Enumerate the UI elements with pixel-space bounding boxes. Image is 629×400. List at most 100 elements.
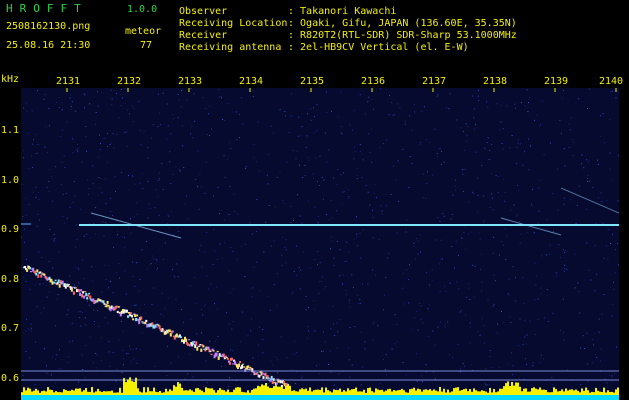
noise-pixel xyxy=(305,147,307,149)
noise-pixel xyxy=(484,383,486,385)
noise-pixel xyxy=(584,348,586,349)
noise-pixel xyxy=(318,373,320,375)
noise-pixel xyxy=(170,133,172,135)
noise-pixel xyxy=(262,339,264,341)
trace-pixel xyxy=(113,309,116,311)
noise-pixel xyxy=(273,240,275,242)
noise-pixel xyxy=(43,307,45,309)
signal-bar xyxy=(365,392,367,395)
noise-pixel xyxy=(171,268,173,270)
noise-pixel xyxy=(588,269,590,271)
noise-pixel xyxy=(69,94,71,96)
noise-pixel xyxy=(440,163,442,165)
noise-pixel xyxy=(602,222,604,224)
noise-pixel xyxy=(359,302,361,304)
noise-pixel xyxy=(135,348,137,350)
noise-pixel xyxy=(509,316,511,318)
noise-pixel xyxy=(201,332,202,334)
noise-pixel xyxy=(367,191,369,193)
noise-pixel xyxy=(546,289,548,291)
signal-bar xyxy=(265,383,267,395)
trace-pixel xyxy=(258,374,261,378)
signal-bar xyxy=(105,391,107,395)
noise-pixel xyxy=(513,204,515,206)
noise-pixel xyxy=(318,223,320,225)
noise-pixel xyxy=(54,325,56,327)
noise-pixel xyxy=(217,187,219,189)
signal-bar xyxy=(89,391,91,395)
signal-bar xyxy=(75,388,77,395)
noise-pixel xyxy=(496,103,498,105)
noise-pixel xyxy=(593,332,595,334)
signal-bar xyxy=(301,388,303,395)
noise-pixel xyxy=(475,124,477,126)
noise-pixel xyxy=(62,215,63,217)
noise-pixel xyxy=(509,147,511,149)
noise-pixel xyxy=(195,179,197,180)
noise-pixel xyxy=(215,286,217,288)
noise-pixel xyxy=(547,321,549,322)
noise-pixel xyxy=(202,97,204,98)
signal-bar xyxy=(415,390,417,395)
app-title: HROFFT xyxy=(6,2,88,15)
signal-bar xyxy=(435,390,437,395)
noise-pixel xyxy=(214,341,216,342)
noise-pixel xyxy=(349,327,351,329)
trace-pixel xyxy=(168,329,171,333)
noise-pixel xyxy=(177,93,179,95)
noise-pixel xyxy=(515,215,517,217)
noise-pixel xyxy=(591,362,593,364)
noise-pixel xyxy=(121,88,122,90)
noise-pixel xyxy=(172,118,174,120)
noise-pixel xyxy=(126,353,127,355)
noise-pixel xyxy=(104,137,106,139)
trace-pixel xyxy=(256,372,259,374)
noise-pixel xyxy=(325,91,327,93)
noise-pixel xyxy=(48,180,50,182)
noise-pixel xyxy=(293,340,295,342)
noise-pixel xyxy=(575,103,577,105)
noise-pixel xyxy=(126,131,128,133)
noise-pixel xyxy=(420,318,422,320)
noise-pixel xyxy=(299,215,301,217)
noise-pixel xyxy=(98,156,100,158)
noise-pixel xyxy=(176,339,177,341)
signal-bar xyxy=(125,382,127,395)
noise-pixel xyxy=(124,270,126,272)
count-label: meteor xyxy=(125,26,162,37)
signal-bar xyxy=(37,390,39,395)
trace-pixel xyxy=(79,292,82,296)
signal-bar xyxy=(109,391,111,395)
noise-pixel xyxy=(190,133,192,135)
noise-pixel xyxy=(89,336,91,338)
noise-pixel xyxy=(411,163,413,164)
trace-pixel xyxy=(115,305,118,308)
noise-pixel xyxy=(240,97,242,99)
noise-pixel xyxy=(135,304,137,306)
signal-bar xyxy=(181,387,183,395)
noise-pixel xyxy=(221,257,223,259)
noise-pixel xyxy=(49,169,51,170)
noise-pixel xyxy=(85,344,87,346)
noise-pixel xyxy=(124,88,126,90)
noise-pixel xyxy=(487,137,489,139)
signal-bar xyxy=(389,388,391,395)
noise-pixel xyxy=(120,320,122,322)
signal-bar xyxy=(599,391,601,395)
noise-pixel xyxy=(301,222,303,224)
noise-pixel xyxy=(109,197,111,199)
noise-pixel xyxy=(563,270,565,272)
noise-pixel xyxy=(463,149,465,151)
signal-bar xyxy=(443,388,445,395)
noise-pixel xyxy=(422,322,424,324)
signal-bar xyxy=(223,390,225,395)
signal-bar xyxy=(151,391,153,395)
noise-pixel xyxy=(223,155,225,157)
signal-bar xyxy=(55,391,57,395)
signal-bar xyxy=(399,389,401,395)
signal-bar xyxy=(439,387,441,395)
noise-pixel xyxy=(491,143,493,145)
noise-pixel xyxy=(502,244,504,246)
noise-pixel xyxy=(224,176,226,178)
noise-pixel xyxy=(69,97,71,99)
